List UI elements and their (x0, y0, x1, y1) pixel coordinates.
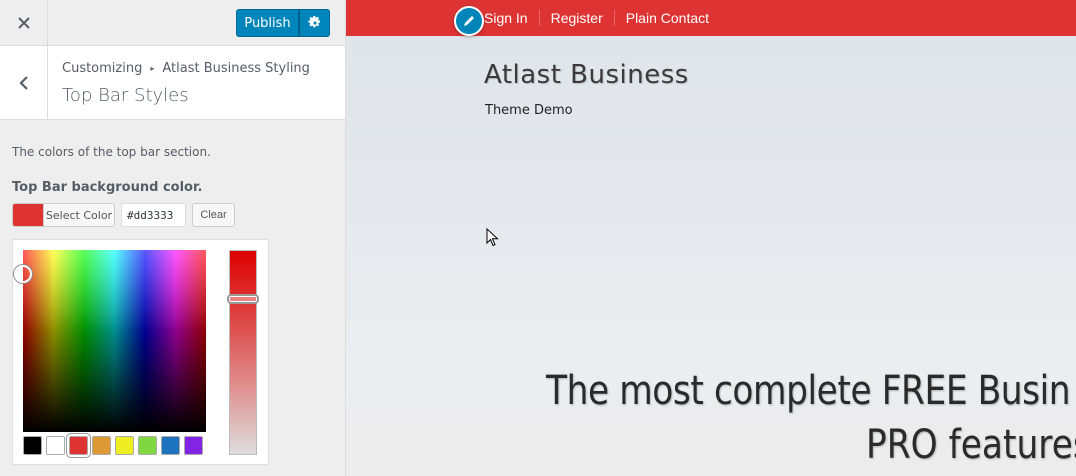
color-picker (12, 239, 269, 465)
section-description: The colors of the top bar section. (12, 145, 211, 159)
back-button[interactable] (0, 46, 48, 119)
palette-swatch[interactable] (92, 436, 111, 455)
section-title-bar: Customizing ▸ Atlast Business Styling To… (0, 46, 345, 120)
publish-settings-button[interactable] (299, 9, 330, 37)
triangle-right-icon: ▸ (150, 64, 155, 73)
hex-color-input[interactable] (121, 203, 186, 227)
publish-button[interactable]: Publish (236, 9, 299, 37)
select-color-button[interactable]: Select Color (12, 203, 115, 227)
palette-swatch[interactable] (23, 436, 42, 455)
palette-swatch[interactable] (115, 436, 134, 455)
select-color-label: Select Color (45, 208, 113, 222)
customizer-panel: Publish Customizing ▸ Atlast Business St… (0, 0, 346, 476)
color-control-row: Select Color Clear (12, 203, 235, 227)
breadcrumb-parent: Atlast Business Styling (162, 61, 310, 76)
breadcrumb-root: Customizing (62, 61, 143, 76)
color-palette (23, 436, 207, 455)
site-preview: Sign In Register Plain Contact Atlast Bu… (346, 0, 1076, 476)
palette-swatch[interactable] (69, 436, 88, 455)
site-title[interactable]: Atlast Business (484, 60, 689, 90)
close-customizer-button[interactable] (0, 0, 48, 45)
palette-swatch[interactable] (161, 436, 180, 455)
saturation-field[interactable] (23, 250, 206, 432)
hero-heading-line2: PRO features (866, 422, 1076, 468)
menu-item-plain-contact[interactable]: Plain Contact (613, 10, 720, 26)
clear-color-button[interactable]: Clear (192, 203, 235, 227)
menu-item-sign-in[interactable]: Sign In (484, 10, 539, 26)
edit-shortcut-button[interactable] (454, 6, 484, 36)
control-label: Top Bar background color. (12, 180, 203, 195)
menu-item-register[interactable]: Register (538, 10, 614, 26)
saturation-handle[interactable] (14, 265, 32, 283)
gear-icon (307, 16, 320, 28)
lightness-slider[interactable] (229, 250, 257, 455)
publish-group: Publish (236, 9, 330, 37)
pencil-icon (464, 16, 474, 26)
site-tagline: Theme Demo (485, 103, 573, 118)
palette-swatch[interactable] (138, 436, 157, 455)
mouse-cursor-icon (486, 228, 499, 247)
current-color-swatch (13, 204, 44, 226)
top-menu: Sign In Register Plain Contact (484, 0, 720, 36)
palette-swatch[interactable] (184, 436, 203, 455)
breadcrumb: Customizing ▸ Atlast Business Styling (62, 61, 310, 76)
section-heading: Top Bar Styles (62, 85, 189, 106)
customizer-header: Publish (0, 0, 345, 46)
lightness-slider-handle[interactable] (227, 294, 259, 304)
hero-heading-line1: The most complete FREE Busin (546, 368, 1071, 414)
palette-swatch[interactable] (46, 436, 65, 455)
close-icon (17, 16, 30, 29)
top-bar: Sign In Register Plain Contact (346, 0, 1076, 36)
chevron-left-icon (18, 75, 28, 90)
